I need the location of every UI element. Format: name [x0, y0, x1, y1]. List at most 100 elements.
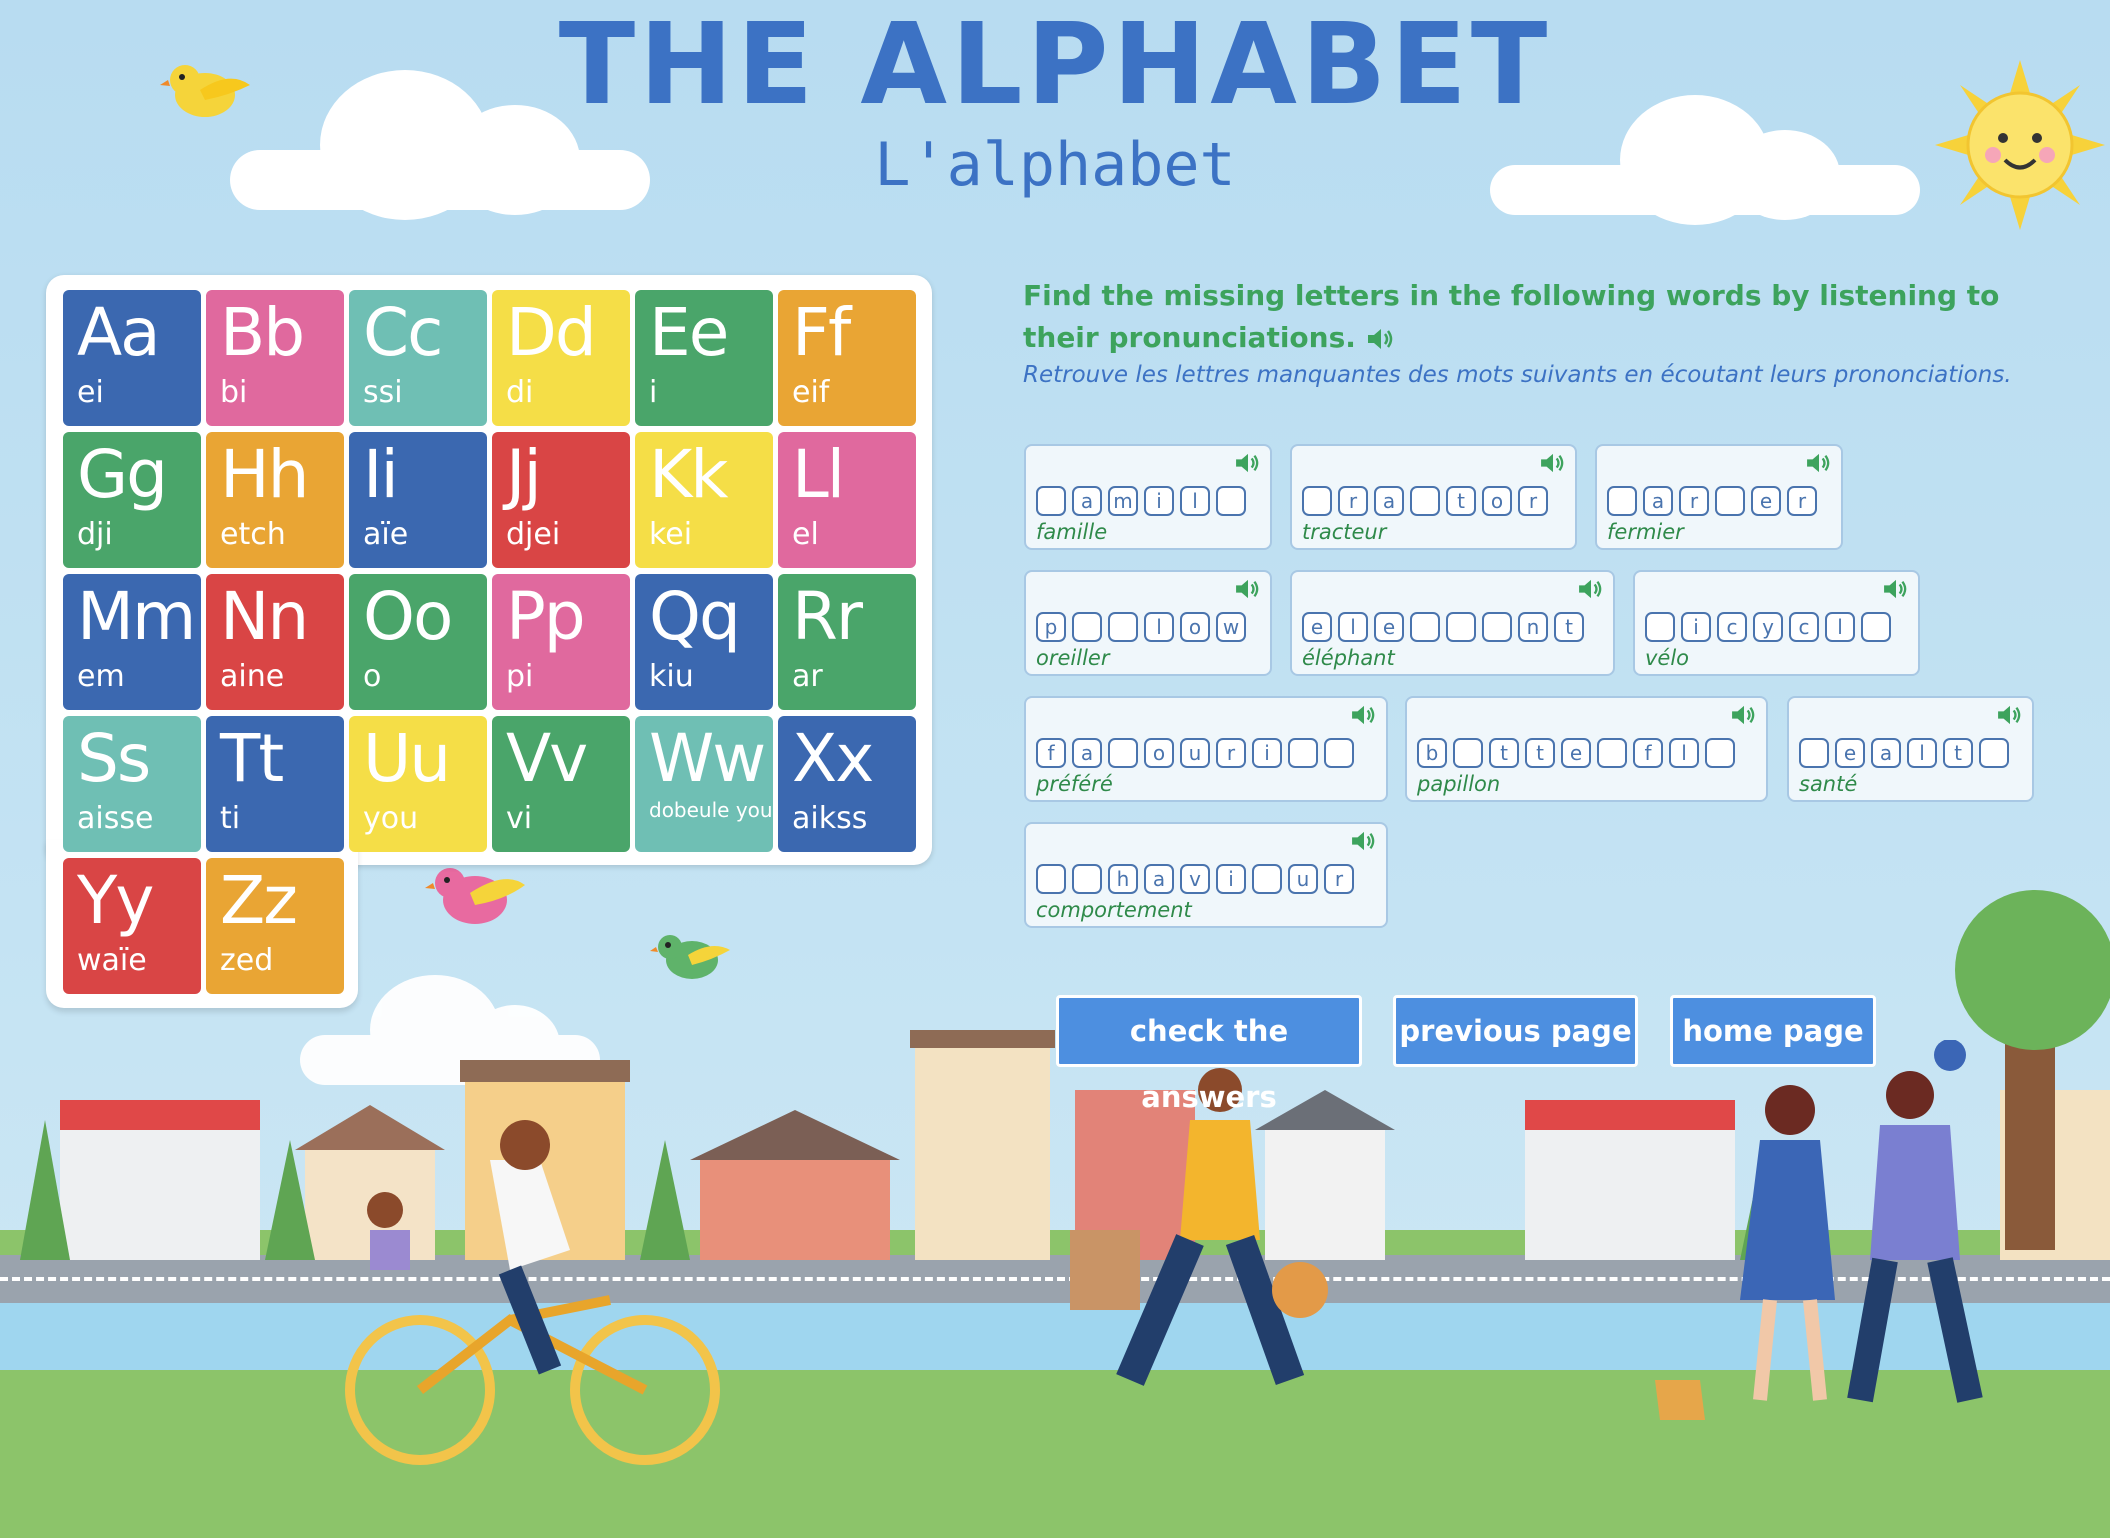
- check-answers-button[interactable]: check the answers: [1056, 995, 1362, 1114]
- tile-pronunciation: ti: [220, 801, 241, 836]
- alphabet-tile[interactable]: Yy waïe: [63, 858, 201, 994]
- alphabet-tile[interactable]: Ee i: [635, 290, 773, 426]
- tile-letter: Qq: [649, 578, 741, 655]
- speaker-icon[interactable]: [1882, 578, 1910, 600]
- given-letter: a: [1072, 738, 1102, 768]
- given-letter: n: [1518, 612, 1548, 642]
- alphabet-tile[interactable]: Ff eif: [778, 290, 916, 426]
- missing-letter-input[interactable]: [1072, 612, 1102, 642]
- alphabet-tile[interactable]: Nn aine: [206, 574, 344, 710]
- alphabet-tile[interactable]: Rr ar: [778, 574, 916, 710]
- word-card: a r e r fermier: [1595, 444, 1843, 550]
- missing-letter-input[interactable]: [1453, 738, 1483, 768]
- letter-row: bttefl: [1417, 738, 1735, 768]
- missing-letter-input[interactable]: [1597, 738, 1627, 768]
- given-letter: l: [1144, 612, 1174, 642]
- tile-letter: Uu: [363, 720, 451, 797]
- alphabet-tile[interactable]: Jj djei: [492, 432, 630, 568]
- tile-letter: Zz: [220, 862, 298, 939]
- tile-pronunciation: el: [792, 517, 819, 552]
- speaker-icon[interactable]: [1366, 327, 1396, 351]
- missing-letter-input[interactable]: [1410, 612, 1440, 642]
- missing-letter-input[interactable]: [1324, 738, 1354, 768]
- french-word: fermier: [1607, 520, 1684, 544]
- alphabet-tile[interactable]: Aa ei: [63, 290, 201, 426]
- missing-letter-input[interactable]: [1979, 738, 2009, 768]
- speaker-icon[interactable]: [1539, 452, 1567, 474]
- missing-letter-input[interactable]: [1252, 864, 1282, 894]
- alphabet-tile[interactable]: Zz zed: [206, 858, 344, 994]
- alphabet-tile[interactable]: Ll el: [778, 432, 916, 568]
- tile-pronunciation: eif: [792, 375, 830, 410]
- alphabet-tile[interactable]: Tt ti: [206, 716, 344, 852]
- previous-page-button[interactable]: previous page: [1393, 995, 1638, 1067]
- missing-letter-input[interactable]: [1302, 486, 1332, 516]
- speaker-icon[interactable]: [1234, 578, 1262, 600]
- given-letter: a: [1643, 486, 1673, 516]
- missing-letter-input[interactable]: [1216, 486, 1246, 516]
- alphabet-tile[interactable]: Qq kiu: [635, 574, 773, 710]
- tile-letter: Ss: [77, 720, 151, 797]
- missing-letter-input[interactable]: [1446, 612, 1476, 642]
- word-card: f a o u r i préféré: [1024, 696, 1388, 802]
- speaker-icon[interactable]: [1805, 452, 1833, 474]
- missing-letter-input[interactable]: [1410, 486, 1440, 516]
- missing-letter-input[interactable]: [1645, 612, 1675, 642]
- missing-letter-input[interactable]: [1072, 864, 1102, 894]
- alphabet-tile[interactable]: Uu you: [349, 716, 487, 852]
- missing-letter-input[interactable]: [1482, 612, 1512, 642]
- missing-letter-input[interactable]: [1799, 738, 1829, 768]
- alphabet-tile[interactable]: Ss aisse: [63, 716, 201, 852]
- missing-letter-input[interactable]: [1036, 864, 1066, 894]
- speaker-icon[interactable]: [1350, 704, 1378, 726]
- missing-letter-input[interactable]: [1607, 486, 1637, 516]
- alphabet-tile[interactable]: Mm em: [63, 574, 201, 710]
- missing-letter-input[interactable]: [1108, 612, 1138, 642]
- alphabet-tile[interactable]: Kk kei: [635, 432, 773, 568]
- french-word: vélo: [1645, 646, 1690, 670]
- tile-pronunciation: dobeule you: [649, 798, 773, 822]
- letter-row: havi ur: [1036, 864, 1354, 894]
- tile-pronunciation: waïe: [77, 943, 147, 978]
- alphabet-tile[interactable]: Vv vi: [492, 716, 630, 852]
- alphabet-tile[interactable]: Hh etch: [206, 432, 344, 568]
- word-card: r a t o r tracteur: [1290, 444, 1577, 550]
- tile-letter: Tt: [220, 720, 284, 797]
- missing-letter-input[interactable]: [1861, 612, 1891, 642]
- given-letter: t: [1943, 738, 1973, 768]
- word-card: e a l t santé: [1787, 696, 2034, 802]
- alphabet-tile[interactable]: Ii aïe: [349, 432, 487, 568]
- missing-letter-input[interactable]: [1036, 486, 1066, 516]
- given-letter: h: [1108, 864, 1138, 894]
- speaker-icon[interactable]: [1350, 830, 1378, 852]
- missing-letter-input[interactable]: [1705, 738, 1735, 768]
- alphabet-tile[interactable]: Ww dobeule you: [635, 716, 773, 852]
- missing-letter-input[interactable]: [1288, 738, 1318, 768]
- alphabet-tile[interactable]: Bb bi: [206, 290, 344, 426]
- alphabet-tile[interactable]: Oo o: [349, 574, 487, 710]
- word-card: a m i l famille: [1024, 444, 1272, 550]
- tile-pronunciation: ar: [792, 659, 823, 694]
- missing-letter-input[interactable]: [1108, 738, 1138, 768]
- given-letter: r: [1324, 864, 1354, 894]
- page-subtitle: L'alphabet: [874, 130, 1236, 200]
- given-letter: e: [1561, 738, 1591, 768]
- bird-icon: [425, 868, 525, 924]
- speaker-icon[interactable]: [1577, 578, 1605, 600]
- alphabet-tile[interactable]: Pp pi: [492, 574, 630, 710]
- speaker-icon[interactable]: [1730, 704, 1758, 726]
- alphabet-tile[interactable]: Dd di: [492, 290, 630, 426]
- given-letter: a: [1144, 864, 1174, 894]
- speaker-icon[interactable]: [1234, 452, 1262, 474]
- bird-icon: [650, 935, 730, 979]
- alphabet-tile[interactable]: Gg dji: [63, 432, 201, 568]
- letter-row: ealt: [1799, 738, 2009, 768]
- tile-pronunciation: aikss: [792, 801, 868, 836]
- speaker-icon[interactable]: [1996, 704, 2024, 726]
- home-page-button[interactable]: home page: [1670, 995, 1876, 1067]
- page-title: THE ALPHABET: [558, 0, 1552, 130]
- alphabet-tile[interactable]: Cc ssi: [349, 290, 487, 426]
- alphabet-tile[interactable]: Xx aikss: [778, 716, 916, 852]
- cyclist-illustration: [345, 1120, 720, 1465]
- missing-letter-input[interactable]: [1715, 486, 1745, 516]
